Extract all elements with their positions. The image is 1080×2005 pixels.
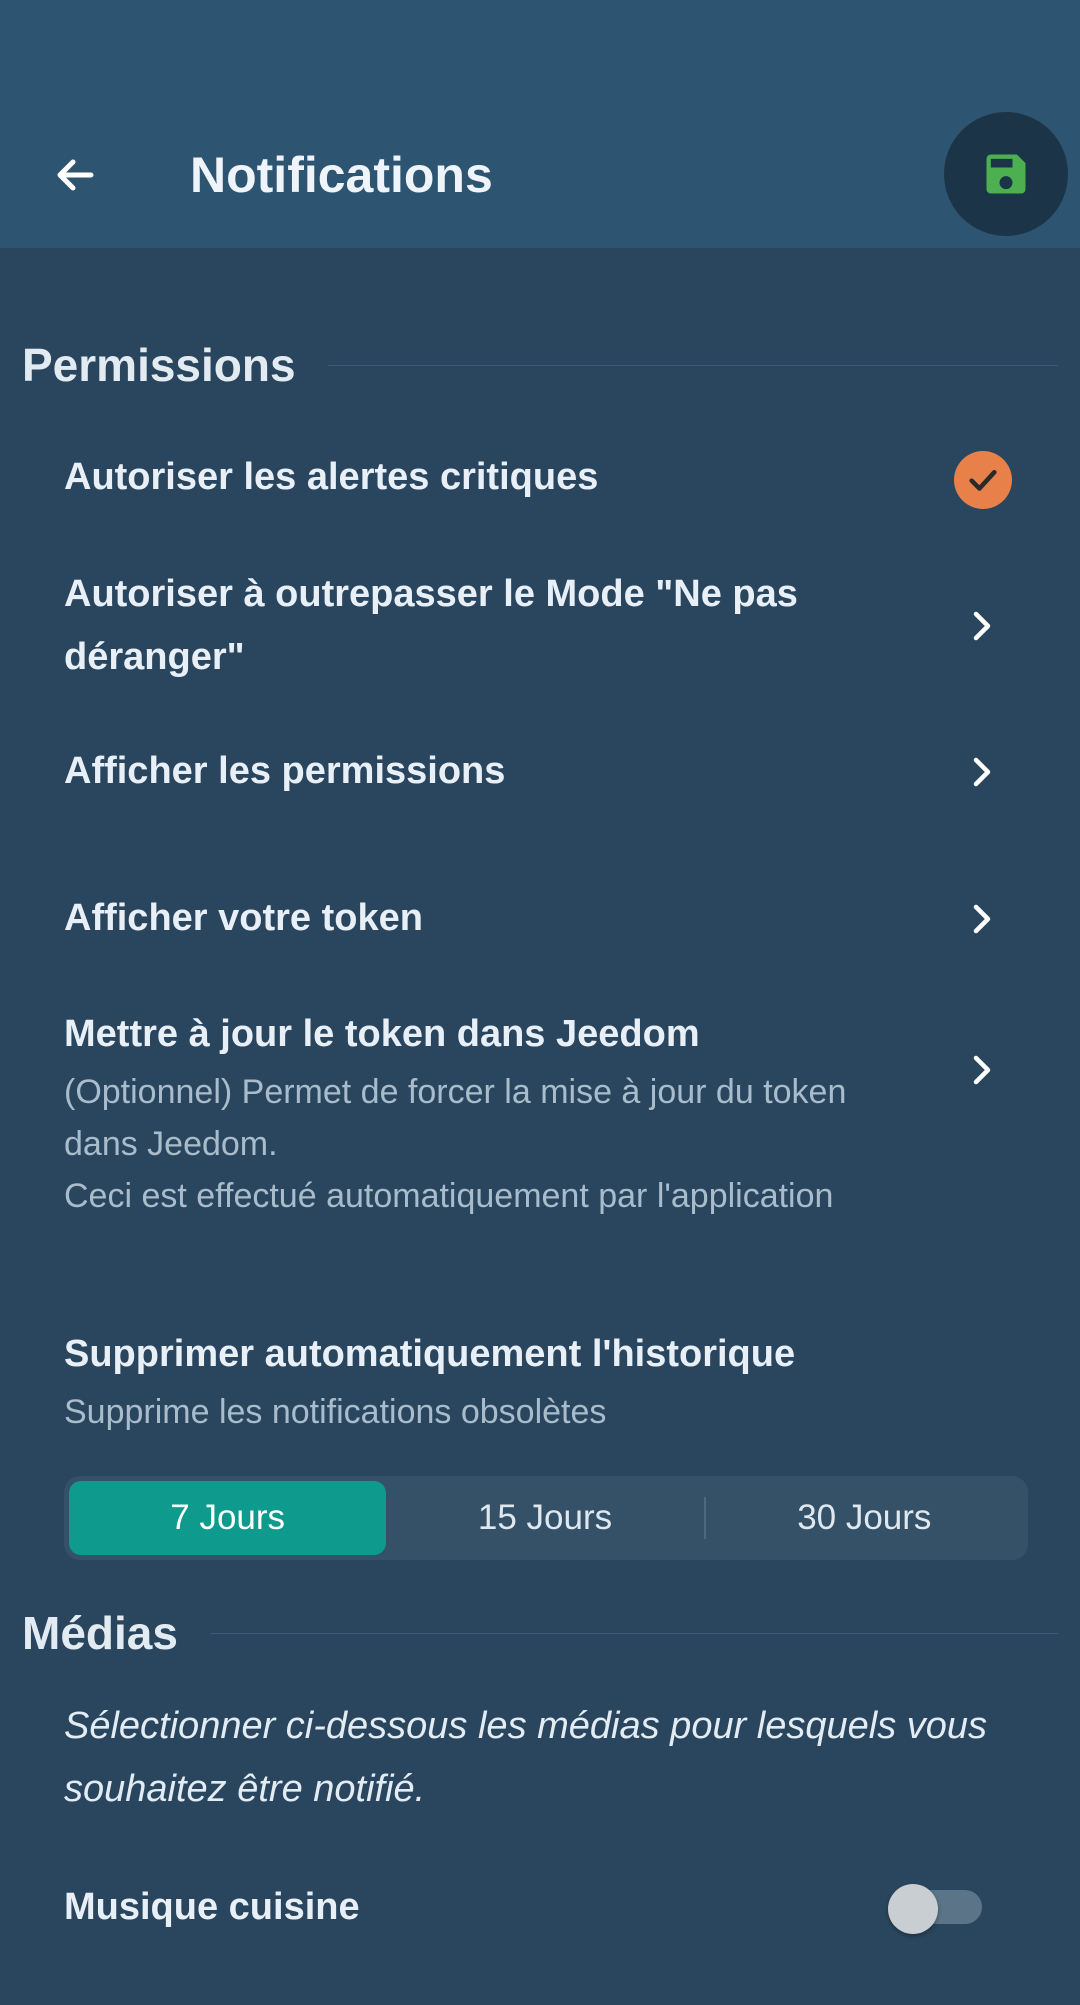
section-title: Médias [22,1607,178,1659]
segment-30-days[interactable]: 30 Jours [706,1481,1023,1555]
media-item: Musique cuisine [64,1876,1014,1939]
section-header-permissions: Permissions [22,338,1058,392]
item-subtitle: Ceci est effectué automatiquement par l'… [64,1177,834,1215]
toggle-thumb [888,1884,938,1934]
page-title: Notifications [190,147,493,203]
chevron-right-icon [973,1055,991,1085]
show-token-item[interactable]: Afficher votre token [64,887,1014,950]
media-toggle[interactable] [888,1884,984,1934]
item-title: Autoriser les alertes critiques [64,456,599,498]
section-title: Permissions [22,339,296,391]
item-title: Mettre à jour le token dans Jeedom [64,1013,700,1055]
chevron-right-icon [973,757,991,787]
arrow-left-icon [57,159,94,191]
critical-alerts-item[interactable]: Autoriser les alertes critiques [64,446,1014,509]
chevron-right-icon [973,904,991,934]
save-button[interactable] [944,112,1068,236]
item-title: Autoriser à outrepasser le Mode "Ne pas … [64,573,798,678]
checkmark-icon [969,469,997,491]
chevron-right-icon [973,611,991,641]
do-not-disturb-item[interactable]: Autoriser à outrepasser le Mode "Ne pas … [64,563,904,689]
history-duration-selector: 7 Jours 15 Jours 30 Jours [64,1476,1028,1560]
back-button[interactable] [40,140,110,210]
divider [209,1632,1058,1634]
segment-7-days[interactable]: 7 Jours [69,1481,387,1555]
section-header-medias: Médias [22,1606,1058,1660]
check-circle-icon[interactable] [954,451,1012,509]
update-token-item[interactable]: Mettre à jour le token dans Jeedom (Opti… [64,1003,884,1222]
segment-15-days[interactable]: 15 Jours [386,1481,703,1555]
item-subtitle: Supprime les notifications obsolètes [64,1393,607,1431]
medias-note: Sélectionner ci-dessous les médias pour … [64,1705,988,1810]
item-title: Afficher les permissions [64,750,506,792]
media-label: Musique cuisine [64,1886,360,1928]
auto-delete-history-item: Supprimer automatiquement l'historique S… [64,1323,1014,1438]
item-subtitle: (Optionnel) Permet de forcer la mise à j… [64,1073,847,1163]
show-permissions-item[interactable]: Afficher les permissions [64,740,1014,803]
divider [327,364,1058,366]
floppy-disk-icon [986,154,1026,194]
item-title: Afficher votre token [64,897,423,939]
app-bar: Notifications [0,0,1080,248]
item-title: Supprimer automatiquement l'historique [64,1333,796,1375]
